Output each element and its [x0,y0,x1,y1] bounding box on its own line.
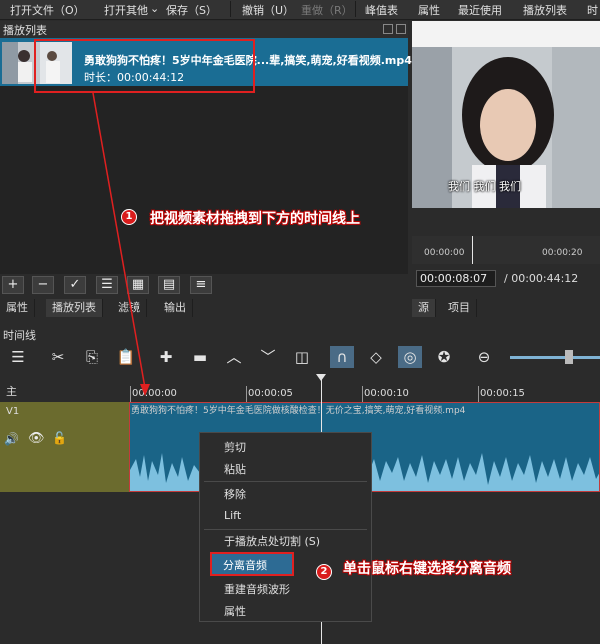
step-2-badge: 2 [316,564,332,580]
drag-arrow [92,92,150,396]
step-2-annotation: 单击鼠标右键选择分离音频 [343,561,511,577]
step-1-annotation: 把视频素材拖拽到下方的时间线上 [150,211,360,227]
step-1-badge: 1 [121,209,137,225]
